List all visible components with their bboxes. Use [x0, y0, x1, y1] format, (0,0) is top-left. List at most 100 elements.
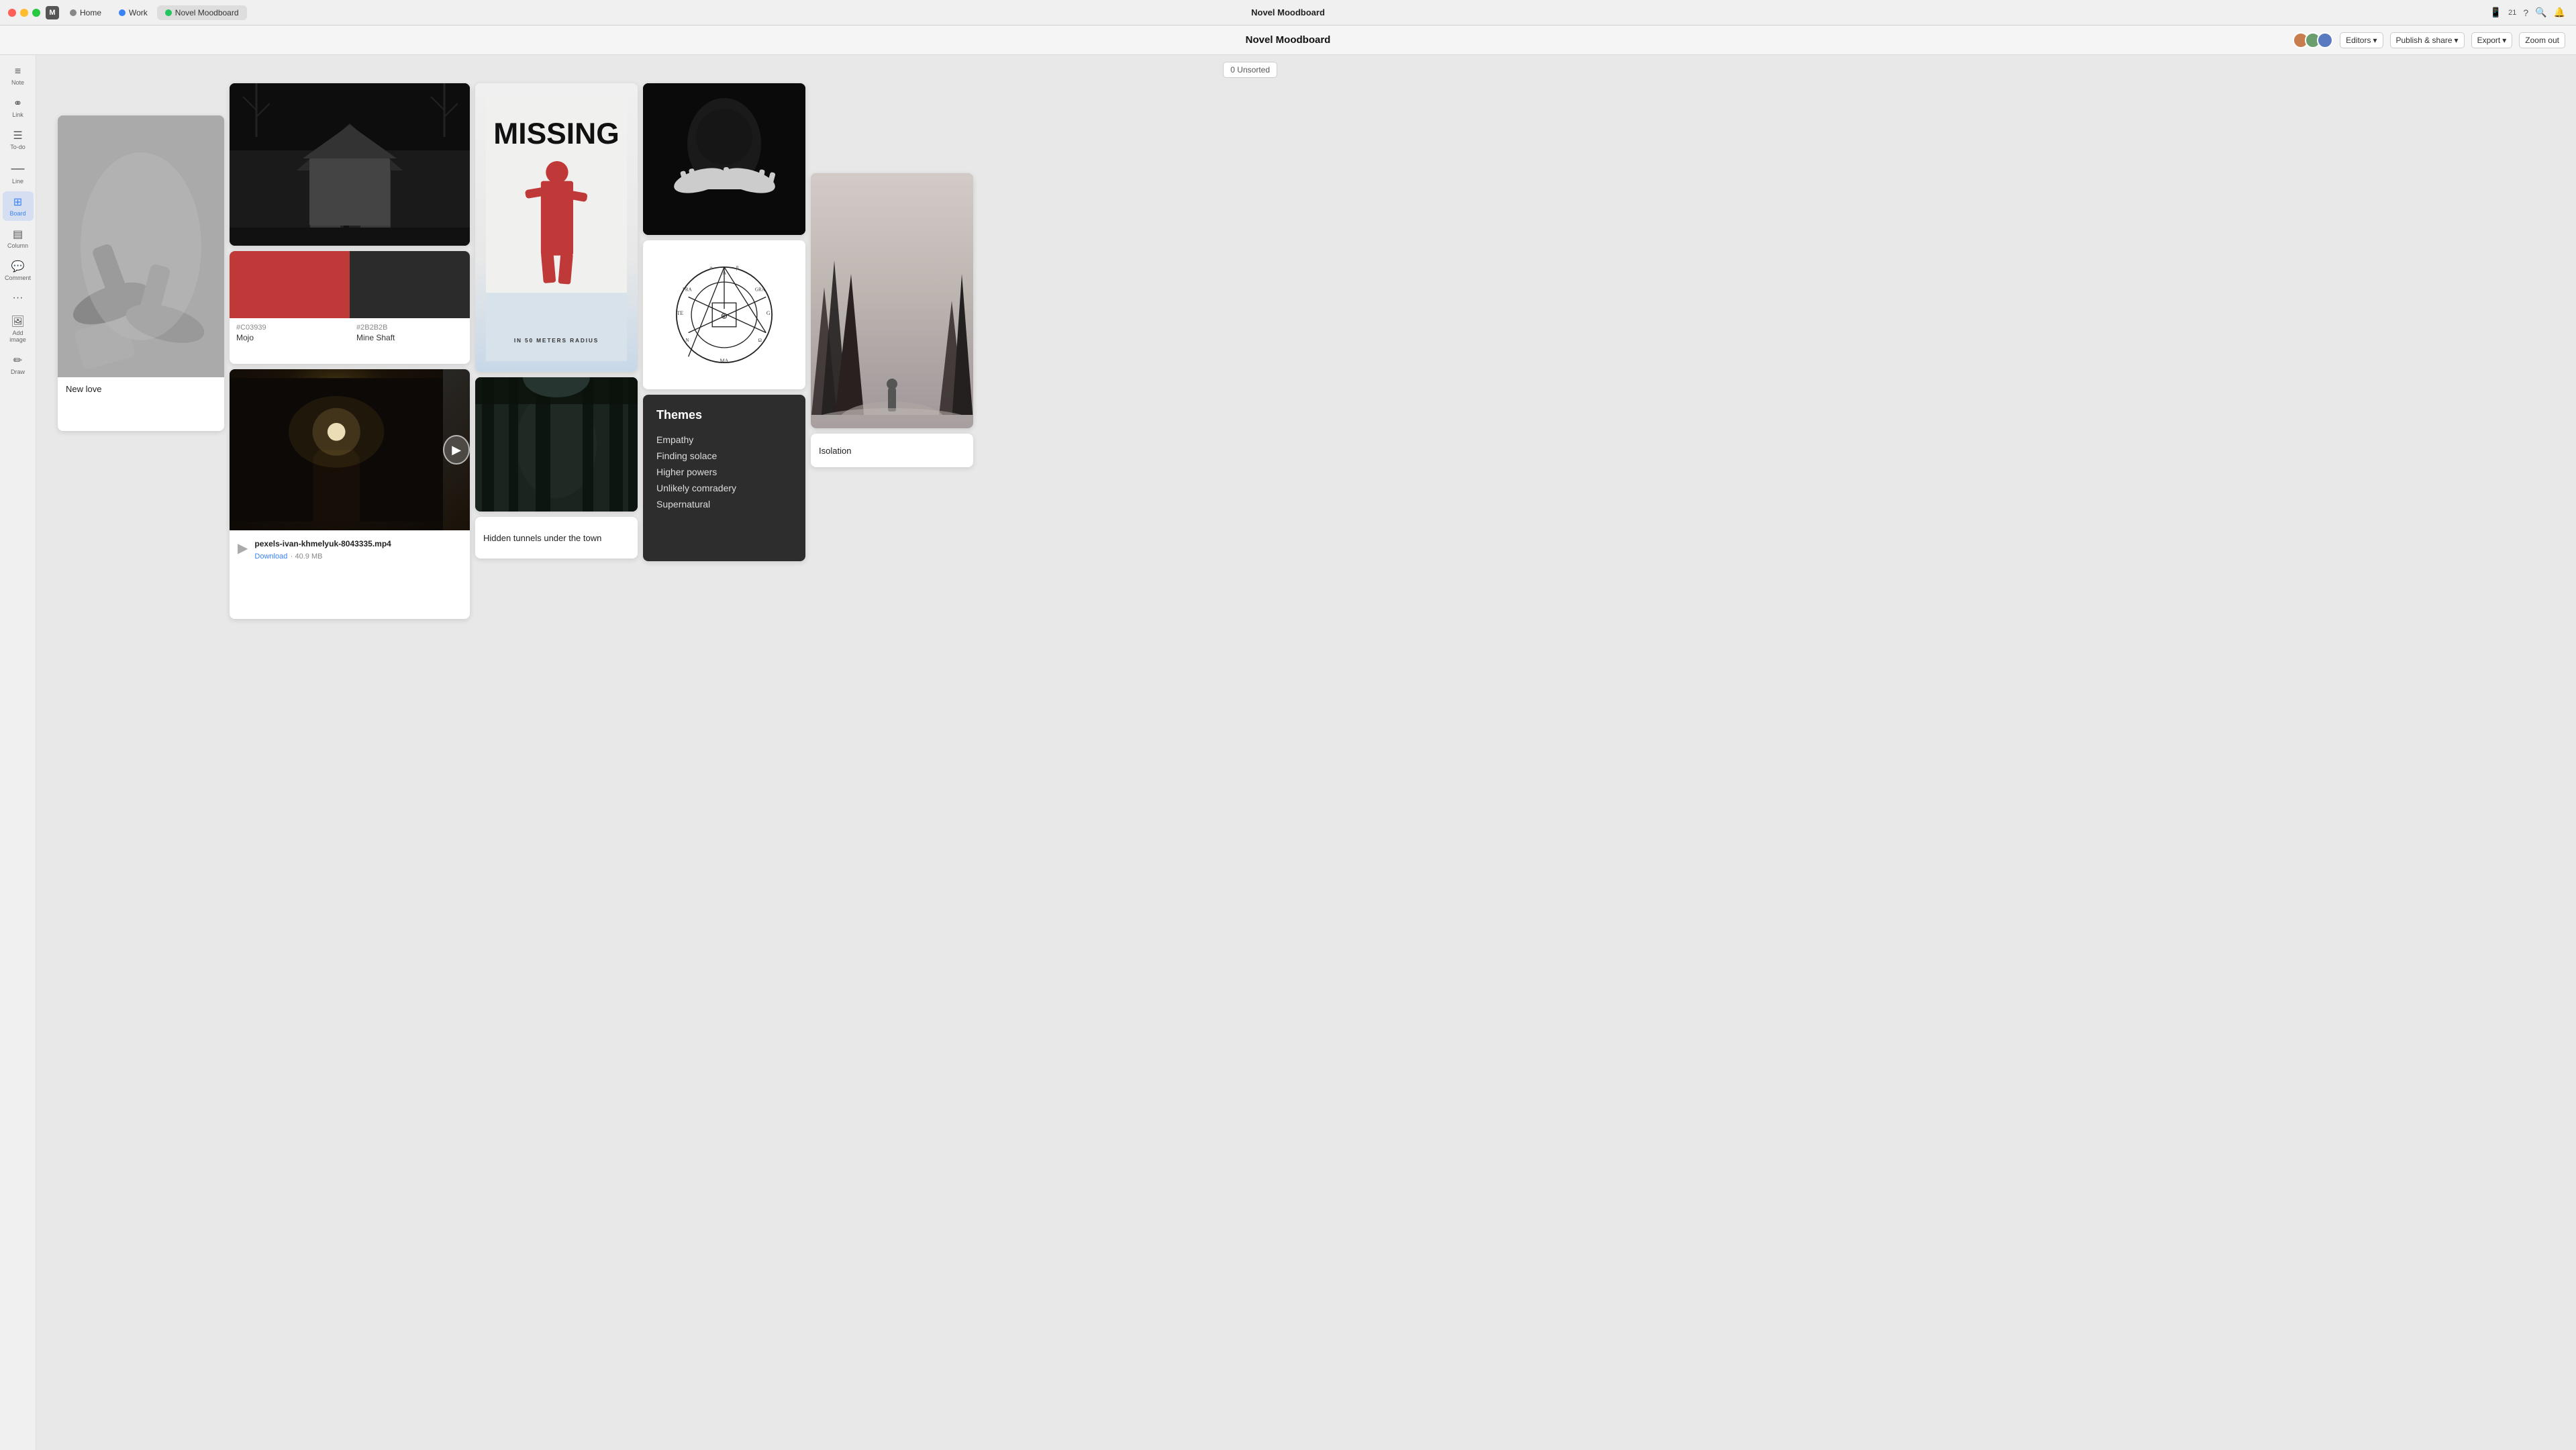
left-sidebar: ≡ Note ⚭ Link ☰ To-do — Line ⊞ Board ▤ C… — [0, 55, 36, 1450]
theme-unlikely-comradery[interactable]: Unlikely comradery — [656, 480, 792, 496]
traffic-lights[interactable] — [0, 9, 40, 17]
sidebar-item-add-image[interactable]: 🖼 Add image — [3, 311, 34, 347]
svg-text:MISSING: MISSING — [493, 117, 620, 150]
main-canvas: 0 Unsorted New love — [36, 55, 1288, 725]
sidebar-item-column[interactable]: ▤ Column — [3, 224, 34, 253]
svg-text:FRA: FRA — [683, 287, 693, 292]
editor-avatars — [2293, 32, 2333, 48]
svg-text:α: α — [709, 265, 712, 271]
card-house[interactable] — [230, 83, 470, 246]
swatch-mine-shaft — [350, 251, 470, 318]
play-button[interactable]: ▶ — [443, 435, 470, 465]
tab-dot — [70, 9, 77, 16]
fog-forest-image — [811, 173, 973, 428]
notification-count: 21 — [2508, 9, 2516, 17]
help-icon[interactable]: ? — [2523, 7, 2528, 18]
tab-work[interactable]: Work — [111, 5, 156, 20]
file-size-value: 40.9 MB — [295, 552, 323, 561]
sidebar-item-draw[interactable]: ✏ Draw — [3, 350, 34, 379]
editors-button[interactable]: Editors ▾ — [2340, 32, 2383, 48]
card-isolation-caption: Isolation — [811, 434, 973, 467]
forest-image — [475, 377, 638, 512]
video-details: pexels-ivan-khmelyuk-8043335.mp4 Downloa… — [254, 538, 391, 562]
card-forest[interactable] — [475, 377, 638, 512]
themes-title: Themes — [656, 408, 792, 422]
tab-bar: Home Work Novel Moodboard — [62, 5, 247, 20]
svg-text:β: β — [736, 265, 739, 271]
unsorted-button[interactable]: 0 Unsorted — [1223, 62, 1277, 78]
video-scene — [230, 369, 443, 530]
tab-dot — [119, 9, 126, 16]
tab-novel-label: Novel Moodboard — [175, 8, 239, 17]
zoom-out-button[interactable]: Zoom out — [2519, 32, 2565, 48]
export-button[interactable]: Export ▾ — [2471, 32, 2513, 48]
search-icon[interactable]: 🔍 — [2535, 7, 2546, 18]
card-video[interactable]: ▶ ▶ pexels-ivan-khmelyuk-8043335.mp4 Dow… — [230, 369, 470, 619]
window-title: Novel Moodboard — [1251, 7, 1325, 17]
card-symbol[interactable]: ⊕ A MA TE G FRA GRA N Ω α β — [643, 240, 805, 389]
minimize-button[interactable] — [20, 9, 28, 17]
close-button[interactable] — [8, 9, 16, 17]
toolbar-actions: Editors ▾ Publish & share ▾ Export ▾ Zoo… — [2293, 32, 2565, 48]
title-bar: M Home Work Novel Moodboard Novel Moodbo… — [0, 0, 2576, 26]
video-info: ▶ pexels-ivan-khmelyuk-8043335.mp4 Downl… — [230, 530, 470, 570]
column-icon: ▤ — [13, 228, 23, 241]
file-icon: ▶ — [238, 540, 248, 557]
new-love-caption: New love — [58, 377, 224, 401]
swatches-row — [230, 251, 470, 318]
publish-share-button[interactable]: Publish & share ▾ — [2390, 32, 2465, 48]
sidebar-item-board[interactable]: ⊞ Board — [3, 191, 34, 221]
isolation-caption-text: Isolation — [819, 446, 851, 456]
sidebar-item-todo[interactable]: ☰ To-do — [3, 125, 34, 154]
swatch-mojo-label: #C03939 Mojo — [230, 318, 350, 348]
app-icon: M — [46, 6, 59, 19]
svg-text:GRA: GRA — [755, 287, 766, 292]
bell-icon[interactable]: 🔔 — [2554, 7, 2565, 18]
sidebar-item-link[interactable]: ⚭ Link — [3, 93, 34, 122]
theme-finding-solace[interactable]: Finding solace — [656, 448, 792, 464]
swatch-mojo — [230, 251, 350, 318]
card-fog-forest[interactable] — [811, 173, 973, 428]
card-new-love[interactable]: New love — [58, 115, 224, 431]
new-love-image — [58, 115, 224, 377]
sidebar-item-note[interactable]: ≡ Note — [3, 62, 34, 90]
house-image — [230, 83, 470, 246]
file-size: · — [291, 552, 295, 561]
theme-supernatural[interactable]: Supernatural — [656, 496, 792, 512]
svg-text:G: G — [766, 310, 771, 316]
theme-higher-powers[interactable]: Higher powers — [656, 464, 792, 480]
svg-text:⊕: ⊕ — [721, 311, 728, 320]
board-title: Novel Moodboard — [1246, 34, 1331, 46]
tab-home-label: Home — [80, 8, 101, 17]
svg-text:Ω: Ω — [758, 338, 762, 343]
dark-face-image — [643, 83, 805, 235]
tunnels-caption-text: Hidden tunnels under the town — [483, 533, 601, 543]
main-toolbar: Novel Moodboard Editors ▾ Publish & shar… — [0, 26, 2576, 55]
link-icon: ⚭ — [13, 97, 22, 110]
sidebar-item-comment[interactable]: 💬 Comment — [3, 256, 34, 285]
sidebar-item-line[interactable]: — Line — [3, 157, 34, 189]
svg-text:MA: MA — [720, 358, 729, 364]
board-icon: ⊞ — [13, 195, 22, 209]
sidebar-item-more[interactable]: ··· — [3, 288, 34, 308]
svg-text:IN 50 METERS RADIUS: IN 50 METERS RADIUS — [514, 337, 599, 344]
download-link[interactable]: Download — [254, 552, 287, 561]
tab-dot — [165, 9, 172, 16]
swatch-labels: #C03939 Mojo #2B2B2B Mine Shaft — [230, 318, 470, 348]
tab-home[interactable]: Home — [62, 5, 109, 20]
device-icon: 📱 — [2490, 7, 2501, 18]
card-tunnels-caption: Hidden tunnels under the town — [475, 517, 638, 559]
tab-work-label: Work — [129, 8, 148, 17]
fullscreen-button[interactable] — [32, 9, 40, 17]
line-icon: — — [11, 161, 25, 177]
missing-image: MISSING IN 50 METERS RADIUS — [475, 83, 638, 372]
note-icon: ≡ — [15, 66, 21, 78]
card-missing-poster[interactable]: MISSING IN 50 METERS RADIUS — [475, 83, 638, 372]
card-themes[interactable]: Themes Empathy Finding solace Higher pow… — [643, 395, 805, 561]
add-image-icon: 🖼 — [11, 315, 24, 328]
theme-empathy[interactable]: Empathy — [656, 432, 792, 448]
card-dark-face[interactable] — [643, 83, 805, 235]
tab-novel-moodboard[interactable]: Novel Moodboard — [157, 5, 247, 20]
card-color-swatches[interactable]: #C03939 Mojo #2B2B2B Mine Shaft — [230, 251, 470, 364]
svg-text:N: N — [685, 338, 689, 343]
